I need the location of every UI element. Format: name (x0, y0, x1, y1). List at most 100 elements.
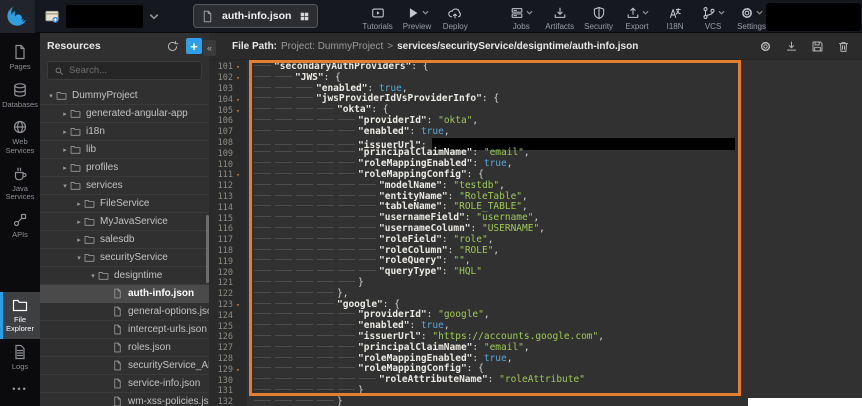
menu-security[interactable]: Security (584, 5, 613, 31)
video-icon (371, 6, 385, 20)
menu-jobs[interactable]: Jobs (507, 5, 535, 31)
line-number: 111 (209, 170, 233, 180)
code-token: "roleField" (379, 234, 442, 245)
tree-item-securityservice-api-json[interactable]: securityService_API.json (40, 357, 209, 375)
fold-marker-icon[interactable]: ▾ (233, 63, 245, 71)
tree-item-designtime[interactable]: ▾designtime (40, 267, 209, 285)
tree-item-fileservice[interactable]: ▸FileService (40, 195, 209, 213)
fold-marker-icon[interactable]: ▾ (233, 171, 245, 179)
chevron-down-icon (756, 10, 763, 15)
menu-deploy[interactable]: Deploy (441, 5, 469, 31)
sidebar-item-apis[interactable]: APIs (0, 207, 40, 245)
project-selector[interactable] (44, 5, 159, 28)
fold-marker-icon[interactable]: ▾ (233, 366, 245, 374)
sidebar-item-file-explorer[interactable]: File Explorer (0, 292, 40, 338)
tree-item-generated-angular-app[interactable]: ▸generated-angular-app (40, 105, 209, 123)
rail-more-button[interactable]: ••• (0, 376, 40, 402)
sidebar-item-pages[interactable]: Pages (0, 39, 40, 77)
tree-item-dummyproject[interactable]: ▾DummyProject (40, 87, 209, 105)
tab-whitespace-guide (316, 246, 337, 253)
chevron-collapsed-icon[interactable]: ▸ (60, 164, 70, 172)
download-file-icon[interactable] (785, 40, 798, 53)
sidebar-item-web-services[interactable]: Web Services (0, 114, 40, 160)
code-token: "email" (484, 147, 524, 158)
fold-marker-icon[interactable]: ▾ (233, 107, 245, 115)
menu-vcs[interactable]: VCS (699, 5, 727, 31)
chevron-collapsed-icon[interactable]: ▸ (74, 236, 84, 244)
chevron-expanded-icon[interactable]: ▾ (46, 92, 56, 100)
delete-file-icon[interactable] (837, 40, 850, 53)
code-content[interactable]: "secondaryAuthProviders": {"JWS": {"enab… (247, 60, 862, 406)
tree-item-general-options-json[interactable]: general-options.json (40, 303, 209, 321)
tab-whitespace-guide (316, 148, 337, 155)
app-logo[interactable] (0, 0, 35, 33)
code-line: "roleQuery": "", (253, 256, 862, 267)
fold-marker-icon[interactable]: ▾ (233, 96, 245, 104)
chevron-collapsed-icon[interactable]: ▸ (74, 218, 84, 226)
menu-settings[interactable]: Settings (737, 5, 766, 31)
tree-item-services[interactable]: ▾services (40, 177, 209, 195)
chevron-expanded-icon[interactable]: ▾ (88, 272, 98, 280)
fold-marker-icon[interactable]: ▾ (233, 74, 245, 82)
chevron-expanded-icon[interactable]: ▾ (60, 182, 70, 190)
tab-whitespace-guide (253, 310, 274, 317)
menu-artifacts[interactable]: Artifacts (545, 5, 574, 31)
tree-item-label: salesdb (100, 234, 134, 245)
tree-scrollbar[interactable] (206, 215, 209, 283)
refresh-icon[interactable] (166, 40, 179, 53)
tree-item-lib[interactable]: ▸lib (40, 141, 209, 159)
search-input[interactable] (69, 65, 195, 76)
save-file-icon[interactable] (811, 40, 824, 53)
fold-marker-icon[interactable]: ▾ (233, 301, 245, 309)
tree-item-i18n[interactable]: ▸i18n (40, 123, 209, 141)
code-token: "google" (438, 309, 484, 320)
menu-tutorials[interactable]: Tutorials (362, 5, 392, 31)
chevron-collapsed-icon[interactable]: ▸ (60, 110, 70, 118)
tab-whitespace-guide (295, 94, 316, 101)
gutter-line: 101▾ (209, 62, 247, 73)
code-token: "username" (476, 212, 533, 223)
tree-item-roles-json[interactable]: roles.json (40, 339, 209, 357)
settings-gear-icon[interactable] (759, 40, 772, 53)
tree-item-securityservice[interactable]: ▾securityService (40, 249, 209, 267)
tree-item-profiles[interactable]: ▸profiles (40, 159, 209, 177)
code-token: , (444, 126, 450, 137)
sidebar-item-java-services[interactable]: Java Services (0, 161, 40, 207)
redacted-project-name (66, 5, 143, 28)
main-area: PagesDatabasesWeb ServicesJava ServicesA… (0, 33, 862, 406)
menu-preview[interactable]: Preview (403, 5, 431, 31)
tree-item-salesdb[interactable]: ▸ salesdb (40, 231, 209, 249)
tree-item-intercept-urls-json[interactable]: intercept-urls.json (40, 321, 209, 339)
tree-item-myjavaservice[interactable]: ▸MyJavaService (40, 213, 209, 231)
sidebar-item-logs[interactable]: Logs (0, 339, 40, 377)
collapse-panel-button[interactable]: « (203, 40, 216, 56)
code-token: : { (411, 61, 428, 72)
tree-item-wm-xss-policies-json[interactable]: wm-xss-policies.json (40, 393, 209, 406)
gutter-line: 130 (209, 375, 247, 386)
sidebar-item-databases[interactable]: Databases (0, 77, 40, 115)
code-line: "usernameField": "username", (253, 213, 862, 224)
code-editor[interactable]: 101▾102▾103104▾105▾106107108109110111▾11… (209, 60, 862, 406)
tree-item-service-info-json[interactable]: service-info.json (40, 375, 209, 393)
chevron-down-icon (149, 13, 159, 20)
code-token: : (472, 147, 483, 158)
code-token: } (358, 277, 364, 288)
tab-whitespace-guide (337, 141, 358, 148)
chevron-expanded-icon[interactable]: ▾ (74, 254, 84, 262)
grid-view-icon[interactable] (299, 11, 310, 22)
open-file-tab[interactable]: auth-info.json (193, 4, 318, 28)
tree-item-auth-info-json[interactable]: auth-info.json (40, 285, 209, 303)
tab-whitespace-guide (253, 343, 274, 350)
tab-whitespace-guide (274, 386, 295, 393)
code-line: "secondaryAuthProviders": { (253, 62, 862, 73)
code-token: , (484, 309, 490, 320)
chevron-collapsed-icon[interactable]: ▸ (60, 128, 70, 136)
tab-whitespace-guide (316, 300, 337, 307)
add-resource-button[interactable]: + (186, 38, 202, 54)
page-icon (112, 288, 123, 299)
menu-i18n[interactable]: I18N (661, 5, 689, 31)
menu-export[interactable]: Export (623, 5, 651, 31)
chevron-collapsed-icon[interactable]: ▸ (74, 200, 84, 208)
wavemaker-logo-icon (6, 4, 30, 28)
chevron-collapsed-icon[interactable]: ▸ (60, 146, 70, 154)
